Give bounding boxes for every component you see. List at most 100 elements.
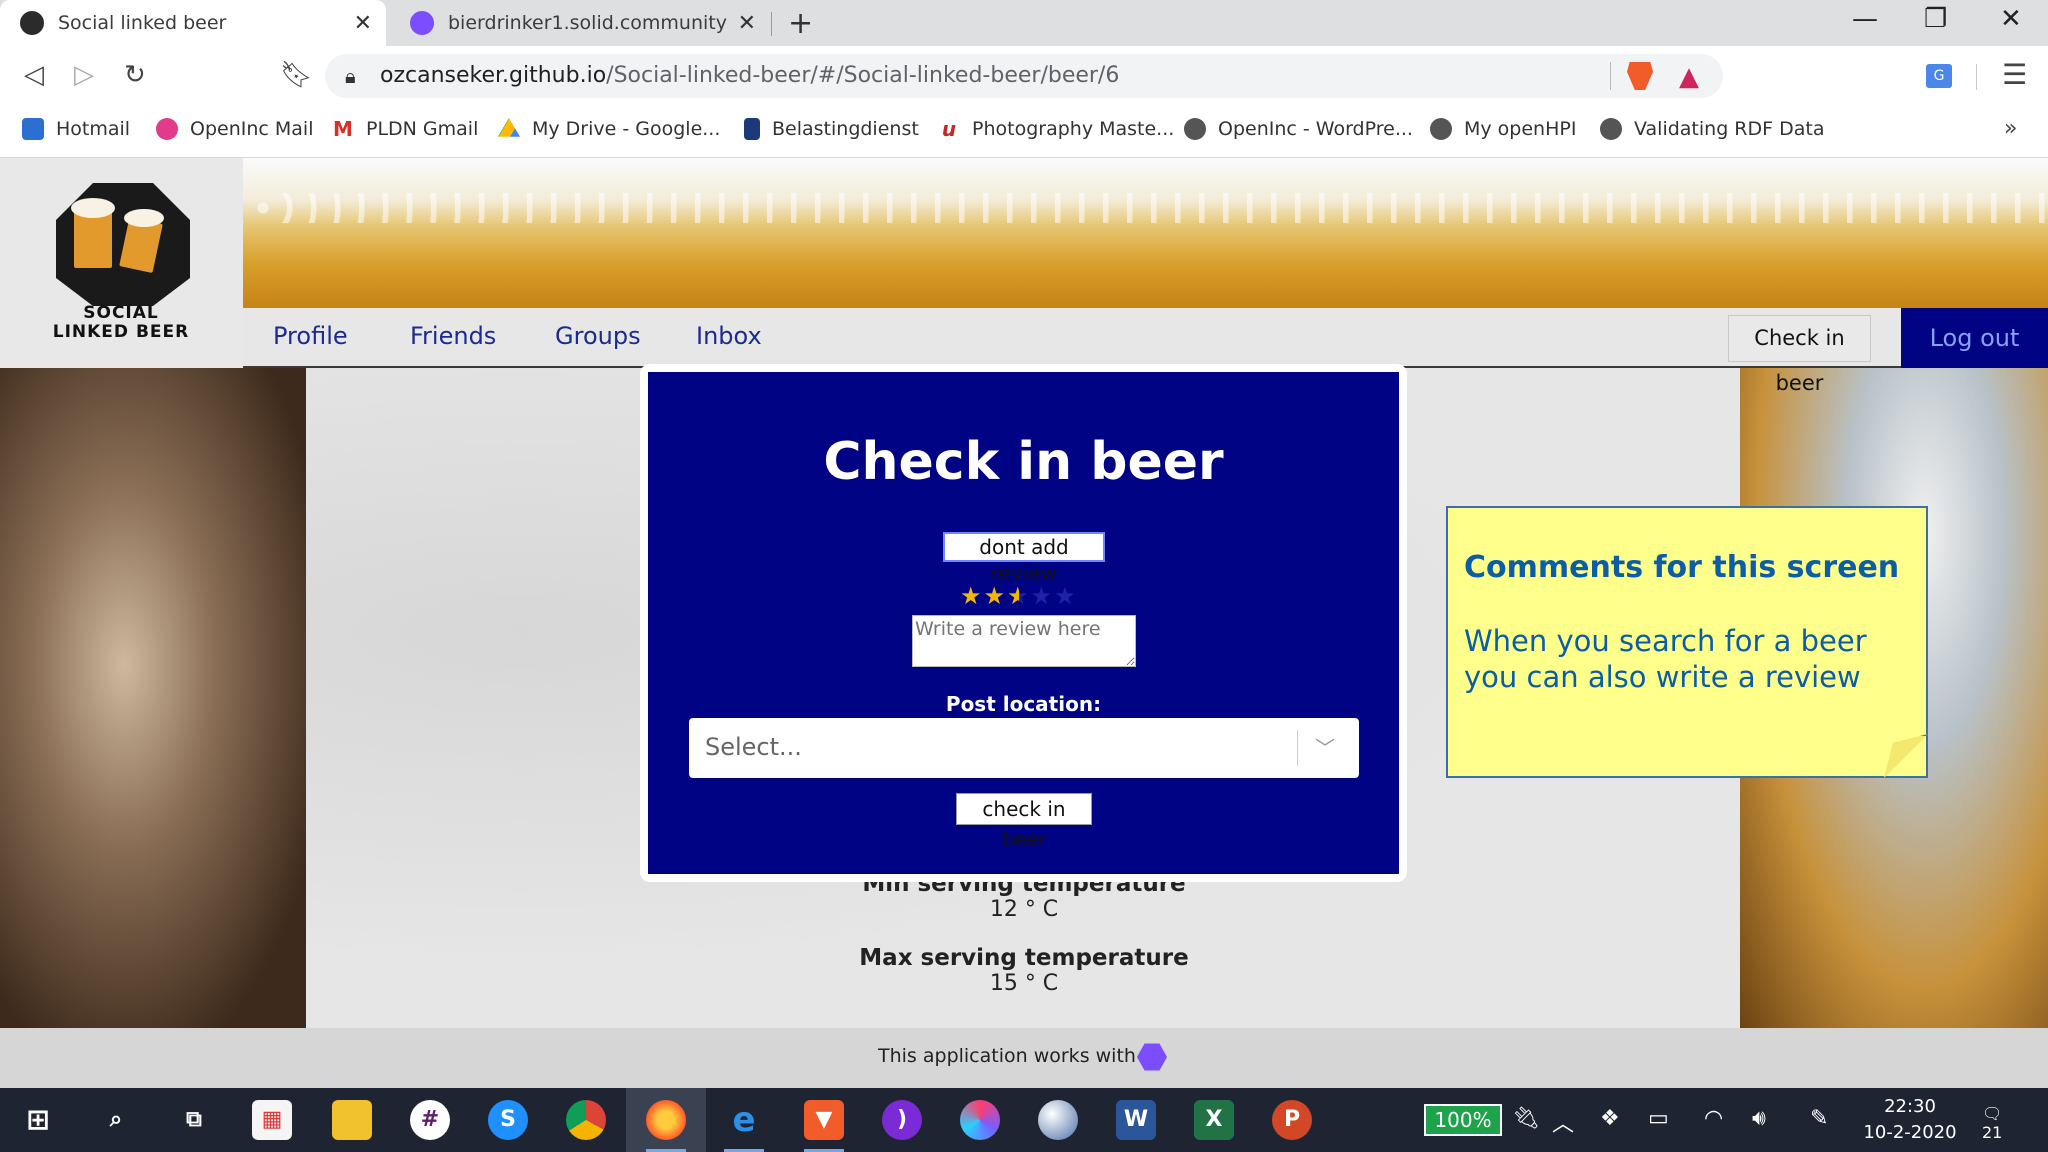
powerpoint-icon[interactable]: P (1272, 1100, 1312, 1140)
tab-title: Social linked beer (58, 12, 227, 34)
bookmark-my-openhpi[interactable]: My openHPI (1430, 118, 1576, 140)
close-tab-icon[interactable]: ✕ (738, 11, 756, 36)
solid-logo-icon[interactable] (1137, 1043, 1167, 1071)
header-banner (243, 158, 2048, 308)
slack-icon[interactable]: # (410, 1100, 450, 1140)
tab-bierdrinker[interactable]: bierdrinker1.solid.community ✕ (390, 0, 770, 46)
search-icon[interactable]: ⌕ (96, 1100, 136, 1140)
tab-social-linked-beer[interactable]: Social linked beer ✕ (0, 0, 386, 46)
word-icon[interactable]: W (1116, 1100, 1156, 1140)
tab-bar: Social linked beer ✕ bierdrinker1.solid.… (0, 0, 2048, 46)
select-divider (1297, 730, 1298, 766)
file-explorer-icon[interactable] (332, 1100, 372, 1140)
background-photo-left (0, 368, 310, 1028)
post-location-label: Post location: (945, 692, 1102, 716)
power-plug-icon[interactable]: 🔌︎ (1512, 1106, 1540, 1131)
max-temp-value: 15 ° C (989, 971, 1059, 996)
udemy-icon: u (938, 118, 960, 140)
back-icon[interactable]: ◁ (24, 60, 44, 90)
bookmark-openinc-wordpress[interactable]: OpenInc - WordPre... (1184, 118, 1413, 140)
minimize-button[interactable]: — (1852, 4, 1878, 34)
review-textarea[interactable] (912, 615, 1136, 667)
globe-icon (1600, 118, 1622, 140)
edge-icon[interactable]: e (724, 1100, 764, 1140)
chevron-up-icon[interactable]: ︿ (1552, 1106, 1574, 1138)
lock-icon: 🔒︎ (345, 64, 356, 88)
gmail-icon: M (332, 117, 354, 141)
note-page-curl (1884, 734, 1928, 778)
close-window-button[interactable]: ✕ (2000, 4, 2022, 34)
battery-indicator[interactable]: 100% (1424, 1104, 1502, 1136)
belastingdienst-icon (744, 118, 760, 140)
check-in-modal: Check in beer dont add review ★★★★★ Post… (640, 364, 1407, 882)
min-temp-value: 12 ° C (989, 897, 1059, 922)
new-tab-button[interactable]: + (788, 6, 813, 41)
location-select[interactable]: Select... ﹀ (689, 718, 1359, 778)
check-in-beer-button[interactable]: check in beer (956, 793, 1092, 851)
close-tab-icon[interactable]: ✕ (354, 11, 372, 36)
excel-icon[interactable]: X (1194, 1100, 1234, 1140)
star-rating[interactable]: ★★★★★ (960, 582, 1078, 610)
modal-title: Check in beer (823, 432, 1224, 492)
nav-friends[interactable]: Friends (410, 322, 496, 350)
brave-shield-icon[interactable] (1627, 62, 1653, 90)
modal-body: Check in beer dont add review ★★★★★ Post… (648, 372, 1399, 874)
translate-icon[interactable]: G (1926, 64, 1952, 88)
windows-start-icon[interactable]: ⊞ (18, 1100, 58, 1140)
note-body: When you search for a beer you can also … (1464, 624, 1867, 694)
logo-area[interactable]: SOCIAL LINKED BEER (0, 158, 243, 368)
restore-button[interactable]: ❐ (1924, 4, 1947, 34)
wifi-icon[interactable]: ◠ (1704, 1106, 1723, 1131)
bookmark-hotmail[interactable]: Hotmail (22, 118, 130, 140)
network-app-icon[interactable] (1038, 1100, 1078, 1140)
bookmark-photography[interactable]: u Photography Maste... (938, 118, 1174, 140)
bookmark-icon[interactable]: 🔖︎ (280, 60, 313, 90)
star-empty-icon[interactable]: ★ (1054, 582, 1078, 610)
half-star-icon[interactable]: ★ (1007, 582, 1031, 610)
firefox-icon[interactable] (646, 1100, 686, 1140)
nav-profile[interactable]: Profile (273, 322, 348, 350)
store-icon[interactable]: ▦ (252, 1100, 292, 1140)
more-bookmarks-icon[interactable]: » (2004, 116, 2017, 141)
star-icon[interactable]: ★ (960, 582, 984, 610)
chrome-icon[interactable] (566, 1100, 606, 1140)
nav-inbox[interactable]: Inbox (696, 322, 762, 350)
bookmark-pldn-gmail[interactable]: M PLDN Gmail (332, 118, 478, 140)
task-view-icon[interactable]: ⧉ (174, 1100, 214, 1140)
check-in-beer-nav-button[interactable]: Check in beer (1728, 315, 1871, 395)
windows-taskbar: ⊞ ⌕ ⧉ ▦ # S e ▼ ) W X P 100% 🔌︎ ︿ ❖ ▭ ◠ … (0, 1088, 2048, 1152)
brave-rewards-icon[interactable]: ▲ (1679, 62, 1699, 92)
bookmark-openinc-mail[interactable]: OpenInc Mail (156, 118, 313, 140)
bookmark-my-drive[interactable]: My Drive - Google... (498, 118, 720, 140)
paint-icon[interactable] (960, 1100, 1000, 1140)
bookmark-belastingdienst[interactable]: Belastingdienst (744, 118, 919, 140)
tab-divider (771, 12, 772, 36)
dont-add-review-button[interactable]: dont add review (943, 532, 1105, 585)
dropbox-icon[interactable]: ❖ (1600, 1106, 1620, 1131)
footer: This application works with (0, 1028, 2048, 1088)
notification-count: 21 (1982, 1123, 2003, 1142)
forward-icon[interactable]: ▷ (74, 60, 94, 90)
google-drive-icon (498, 118, 520, 137)
skype-icon[interactable]: S (488, 1100, 528, 1140)
chevron-down-icon[interactable]: ﹀ (1315, 732, 1335, 761)
nav-groups[interactable]: Groups (555, 322, 641, 350)
star-empty-icon[interactable]: ★ (1031, 582, 1055, 610)
openinc-icon (156, 118, 178, 140)
log-out-button[interactable]: Log out (1901, 308, 2048, 368)
tor-icon[interactable]: ) (882, 1100, 922, 1140)
url-text[interactable]: ozcanseker.github.io/Social-linked-beer/… (380, 63, 1119, 88)
reload-icon[interactable]: ↻ (124, 60, 146, 90)
notifications-icon[interactable]: 🗨︎21 (1982, 1104, 2018, 1142)
menu-icon[interactable]: ☰ (2002, 58, 2027, 91)
device-icon[interactable]: ▭ (1648, 1106, 1669, 1131)
pen-icon[interactable]: ✎ (1810, 1106, 1828, 1131)
clock[interactable]: 22:30 10-2-2020 (1860, 1094, 1960, 1146)
star-icon[interactable]: ★ (984, 582, 1008, 610)
bookmark-validating-rdf[interactable]: Validating RDF Data (1600, 118, 1824, 140)
browser-toolbar: ◁ ▷ ↻ 🔖︎ 🔒︎ ozcanseker.github.io/Social-… (0, 46, 2048, 106)
brave-icon[interactable]: ▼ (804, 1100, 844, 1140)
volume-icon[interactable]: 🔊︎ (1752, 1106, 1766, 1131)
globe-icon (1430, 118, 1452, 140)
address-bar[interactable]: 🔒︎ ozcanseker.github.io/Social-linked-be… (325, 54, 1723, 98)
